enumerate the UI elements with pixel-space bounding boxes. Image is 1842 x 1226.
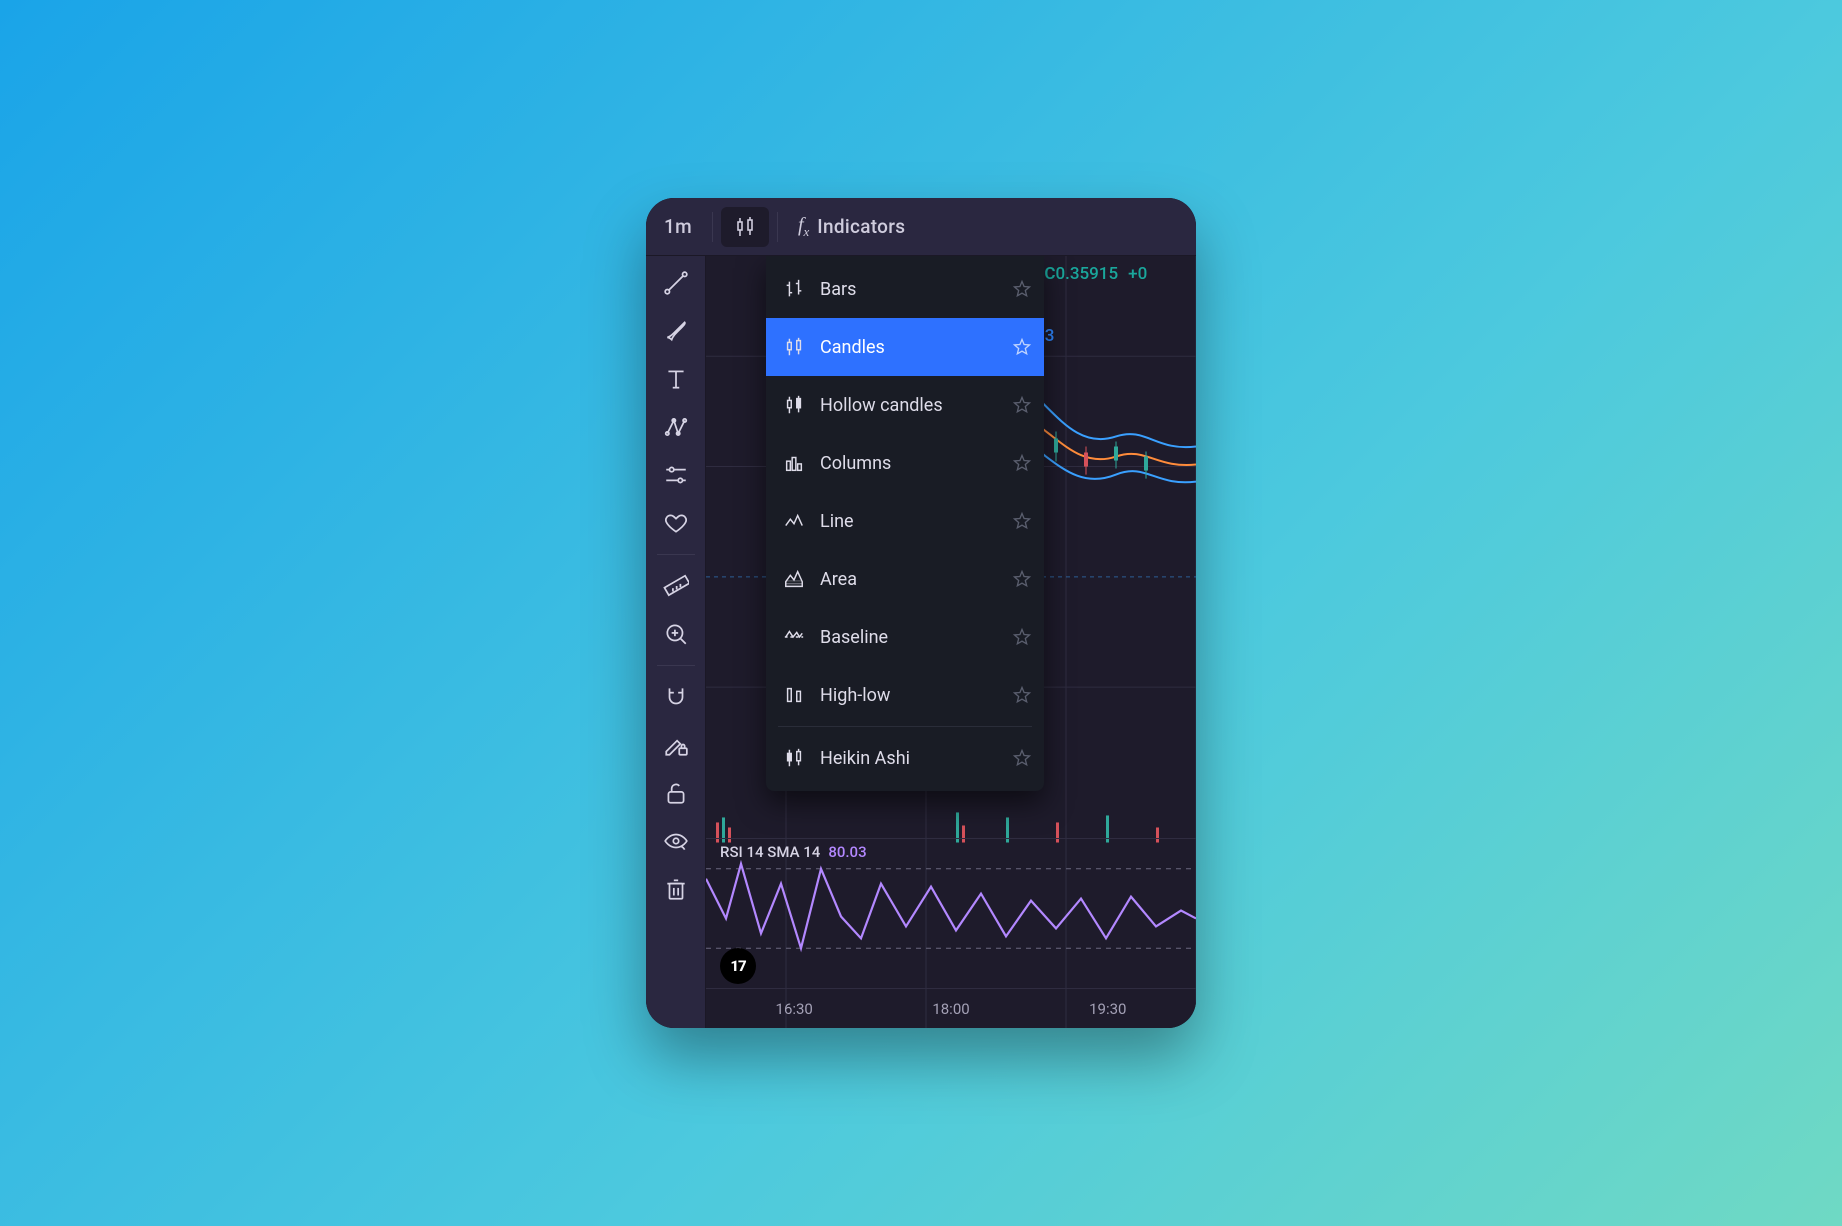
baseline-icon — [782, 626, 806, 648]
candles-icon — [733, 215, 757, 239]
menu-label: Bars — [820, 279, 998, 300]
crosshair-tool[interactable] — [653, 260, 699, 306]
chart-area[interactable]: 35890 C0.35915 +0 9 0.35653 — [706, 256, 1196, 1028]
zoom-tool[interactable] — [653, 611, 699, 657]
toolbar-divider — [712, 212, 713, 242]
favorites-tool[interactable] — [653, 500, 699, 546]
menu-item-heikin-ashi[interactable]: Heikin Ashi — [766, 729, 1044, 787]
favorite-toggle[interactable] — [1012, 453, 1032, 473]
left-toolstrip — [646, 256, 706, 1028]
pencil-lock-tool[interactable] — [653, 722, 699, 768]
menu-label: Candles — [820, 337, 998, 358]
favorite-toggle[interactable] — [1012, 395, 1032, 415]
menu-item-candles[interactable]: Candles — [766, 318, 1044, 376]
favorite-toggle[interactable] — [1012, 337, 1032, 357]
app-window: 1m fx Indicators — [646, 198, 1196, 1028]
brush-tool[interactable] — [653, 308, 699, 354]
menu-label: Heikin Ashi — [820, 748, 998, 769]
favorite-toggle[interactable] — [1012, 748, 1032, 768]
menu-label: Line — [820, 511, 998, 532]
trash-tool[interactable] — [653, 866, 699, 912]
menu-item-hollow-candles[interactable]: Hollow candles — [766, 376, 1044, 434]
brush-icon — [663, 318, 689, 344]
sliders-icon — [663, 462, 689, 488]
menu-label: Hollow candles — [820, 395, 998, 416]
favorite-toggle[interactable] — [1012, 279, 1032, 299]
toolstrip-divider — [657, 665, 695, 666]
menu-item-line[interactable]: Line — [766, 492, 1044, 550]
menu-separator — [778, 726, 1032, 727]
chart-style-button[interactable] — [721, 207, 769, 247]
time-axis: 16:30 18:00 19:30 — [706, 988, 1196, 1028]
menu-label: Columns — [820, 453, 998, 474]
bars-icon — [782, 278, 806, 300]
chart-style-menu: Bars Candles Hollow candles Columns — [766, 256, 1044, 791]
fx-icon: fx — [798, 214, 809, 240]
high-low-icon — [782, 684, 806, 706]
lock-open-icon — [663, 780, 689, 806]
rsi-value: 80.03 — [828, 843, 866, 861]
interval-button[interactable]: 1m — [652, 207, 704, 246]
area-icon — [782, 568, 806, 590]
candles-icon — [782, 336, 806, 358]
pattern-icon — [663, 414, 689, 440]
menu-label: High-low — [820, 685, 998, 706]
columns-icon — [782, 452, 806, 474]
menu-item-bars[interactable]: Bars — [766, 260, 1044, 318]
favorite-toggle[interactable] — [1012, 569, 1032, 589]
legend-value-c: 0.35915 — [1055, 264, 1118, 284]
indicators-label: Indicators — [817, 215, 905, 238]
app-body: 35890 C0.35915 +0 9 0.35653 — [646, 256, 1196, 1028]
menu-label: Area — [820, 569, 998, 590]
heart-icon — [663, 510, 689, 536]
lock-tool[interactable] — [653, 770, 699, 816]
rsi-chart — [706, 839, 1196, 988]
hollow-candles-icon — [782, 394, 806, 416]
rsi-legend: RSI 14 SMA 14 80.03 — [720, 843, 867, 861]
time-tick: 18:00 — [932, 1000, 969, 1018]
menu-label: Baseline — [820, 627, 998, 648]
top-toolbar: 1m fx Indicators — [646, 198, 1196, 256]
tradingview-badge[interactable]: 17 — [720, 948, 756, 984]
heikin-ashi-icon — [782, 747, 806, 769]
favorite-toggle[interactable] — [1012, 511, 1032, 531]
indicators-button[interactable]: fx Indicators — [786, 206, 917, 248]
toolstrip-divider — [657, 554, 695, 555]
legend-tag-c: C — [1044, 264, 1055, 284]
eye-icon — [663, 828, 689, 854]
ruler-icon — [663, 573, 689, 599]
pattern-tool[interactable] — [653, 404, 699, 450]
favorite-toggle[interactable] — [1012, 627, 1032, 647]
rsi-panel: RSI 14 SMA 14 80.03 — [706, 838, 1196, 988]
time-tick: 16:30 — [776, 1000, 813, 1018]
menu-item-baseline[interactable]: Baseline — [766, 608, 1044, 666]
ruler-tool[interactable] — [653, 563, 699, 609]
visibility-tool[interactable] — [653, 818, 699, 864]
trash-icon — [663, 876, 689, 902]
text-icon — [663, 366, 689, 392]
line-icon — [782, 510, 806, 532]
pencil-lock-icon — [663, 732, 689, 758]
menu-item-area[interactable]: Area — [766, 550, 1044, 608]
zoom-in-icon — [663, 621, 689, 647]
menu-item-high-low[interactable]: High-low — [766, 666, 1044, 724]
rsi-label: RSI 14 SMA 14 — [720, 843, 820, 861]
text-tool[interactable] — [653, 356, 699, 402]
magnet-tool[interactable] — [653, 674, 699, 720]
favorite-toggle[interactable] — [1012, 685, 1032, 705]
time-tick: 19:30 — [1089, 1000, 1126, 1018]
trendline-icon — [663, 270, 689, 296]
legend-change: +0 — [1128, 264, 1147, 284]
annotate-tool[interactable] — [653, 452, 699, 498]
magnet-icon — [663, 684, 689, 710]
menu-item-columns[interactable]: Columns — [766, 434, 1044, 492]
toolbar-divider — [777, 212, 778, 242]
interval-label: 1m — [664, 215, 692, 238]
